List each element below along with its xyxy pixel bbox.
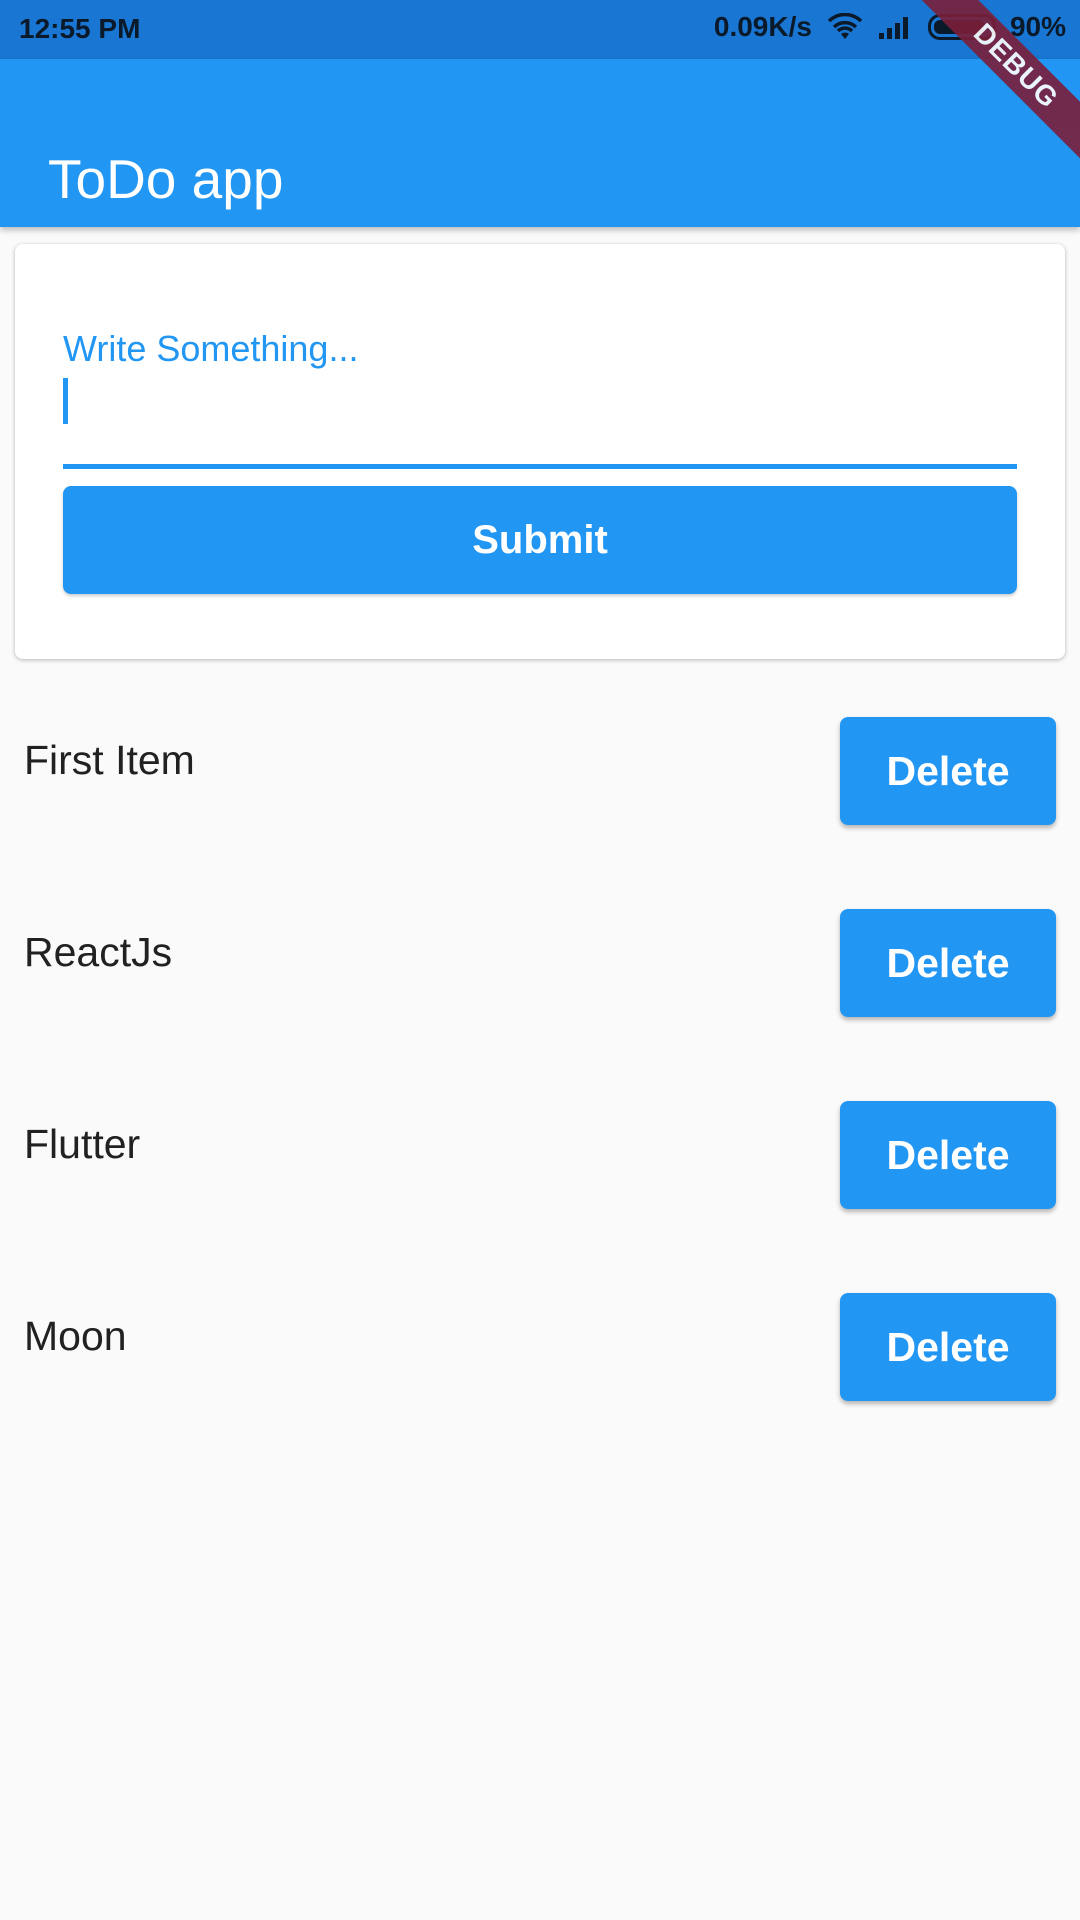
todo-list: First Item Delete ReactJs Delete Flutter… xyxy=(0,710,1080,1478)
text-cursor xyxy=(63,378,68,424)
todo-item: Flutter Delete xyxy=(0,1094,1080,1286)
app-bar: ToDo app xyxy=(0,59,1080,227)
page-title: ToDo app xyxy=(48,147,284,210)
status-bar: 12:55 PM 0.09K/s 90% xyxy=(0,0,1080,59)
delete-button[interactable]: Delete xyxy=(840,909,1056,1017)
todo-input-label: Write Something... xyxy=(63,328,359,369)
delete-button[interactable]: Delete xyxy=(840,1293,1056,1401)
battery-percent: 90% xyxy=(1009,11,1066,42)
status-time: 12:55 PM xyxy=(19,13,141,44)
todo-item-text: Flutter xyxy=(24,1121,141,1167)
todo-item-text: Moon xyxy=(24,1313,127,1359)
battery-icon xyxy=(927,14,996,40)
submit-button[interactable]: Submit xyxy=(63,486,1017,594)
network-speed: 0.09K/s xyxy=(713,11,812,42)
signal-icon xyxy=(878,13,914,41)
todo-item: Moon Delete xyxy=(0,1286,1080,1478)
todo-item-text: ReactJs xyxy=(24,929,173,975)
todo-input-card: Write Something... Submit xyxy=(15,244,1065,659)
status-icons: 0.09K/s 90% xyxy=(714,11,1066,43)
wifi-icon xyxy=(826,13,864,41)
todo-item-text: First Item xyxy=(24,737,195,783)
todo-input-field[interactable] xyxy=(63,370,1017,442)
todo-item: First Item Delete xyxy=(0,710,1080,902)
battery-fill xyxy=(933,20,985,34)
delete-button[interactable]: Delete xyxy=(840,1101,1056,1209)
todo-input-underline xyxy=(63,464,1017,469)
todo-item: ReactJs Delete xyxy=(0,902,1080,1094)
delete-button[interactable]: Delete xyxy=(840,717,1056,825)
